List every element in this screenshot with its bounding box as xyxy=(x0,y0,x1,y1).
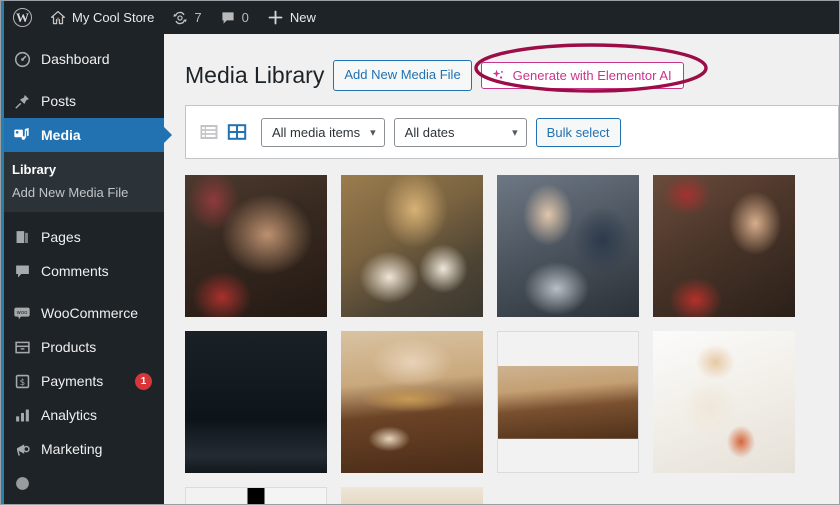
chevron-down-icon: ▾ xyxy=(370,126,376,139)
adminbar-wordpress-logo[interactable]: W xyxy=(1,1,41,34)
media-type-filter-select[interactable]: All media items ▾ xyxy=(261,117,385,147)
dashboard-gauge-icon xyxy=(12,49,32,69)
media-tile[interactable] xyxy=(185,175,327,317)
admin-bar: W My Cool Store 7 0 New xyxy=(1,1,839,34)
generate-with-elementor-ai-label: Generate with Elementor AI xyxy=(512,68,672,83)
workshop-shelf-partial xyxy=(341,487,483,504)
media-grid xyxy=(185,175,839,504)
media-tile[interactable] xyxy=(497,331,639,473)
sidebar-item-label: Media xyxy=(41,127,81,143)
svg-text:$: $ xyxy=(19,377,24,387)
main-content: Media Library Add New Media File Generat… xyxy=(164,34,839,504)
boxer-woman-braids-navy-glove xyxy=(497,175,639,317)
sidebar-subitem-library[interactable]: Library xyxy=(1,158,164,181)
media-tile[interactable] xyxy=(653,175,795,317)
sidebar-item-media[interactable]: Media xyxy=(1,118,164,152)
plus-icon xyxy=(267,9,284,26)
gym-dark-interior-partial xyxy=(185,331,327,473)
sidebar-item-pages[interactable]: Pages xyxy=(1,220,164,254)
sidebar-item-label: WooCommerce xyxy=(41,305,138,321)
sidebar-divider xyxy=(1,288,164,296)
payments-badge-count: 1 xyxy=(135,372,152,390)
sidebar-subitem-add-new-media-file[interactable]: Add New Media File xyxy=(1,181,164,204)
sidebar-item-label: Marketing xyxy=(41,441,103,457)
media-tile[interactable] xyxy=(185,487,327,504)
boxer-woman-portrait-red-glove xyxy=(653,175,795,317)
sidebar-item-dashboard[interactable]: Dashboard xyxy=(1,42,164,76)
adminbar-updates-count: 7 xyxy=(194,10,202,25)
sparkle-ai-icon xyxy=(491,68,506,83)
date-filter-value: All dates xyxy=(404,124,455,140)
media-tile[interactable] xyxy=(497,175,639,317)
black-vertical-bar-placeholder xyxy=(186,488,326,504)
adminbar-comments-count: 0 xyxy=(241,10,249,25)
woodworking-hand-plane-shavings xyxy=(341,331,483,473)
date-filter-select[interactable]: All dates ▾ xyxy=(393,117,527,147)
woocommerce-icon: woo xyxy=(12,303,32,323)
sidebar-submenu-media: Library Add New Media File xyxy=(1,152,164,212)
sidebar-divider xyxy=(1,76,164,84)
sidebar-item-label: Dashboard xyxy=(41,51,110,67)
sidebar-item-woocommerce[interactable]: woo WooCommerce xyxy=(1,296,164,330)
media-type-filter-value: All media items xyxy=(272,124,361,140)
sidebar-item-products[interactable]: Products xyxy=(1,330,164,364)
chevron-down-icon: ▾ xyxy=(512,126,518,139)
media-tile[interactable] xyxy=(341,487,483,504)
sidebar-item-label: Products xyxy=(41,339,97,355)
sidebar-item-label: Posts xyxy=(41,93,77,109)
home-icon xyxy=(50,10,66,26)
page-title: Media Library xyxy=(185,61,325,88)
adminbar-updates[interactable]: 7 xyxy=(163,1,210,34)
list-view-icon[interactable] xyxy=(198,121,220,143)
sidebar-item-label: Analytics xyxy=(41,407,98,423)
svg-text:woo: woo xyxy=(17,310,28,316)
media-tile[interactable] xyxy=(341,175,483,317)
comment-bubble-icon xyxy=(12,261,32,281)
adminbar-site-name[interactable]: My Cool Store xyxy=(41,1,163,34)
analytics-bars-icon xyxy=(12,405,32,425)
pages-icon xyxy=(12,227,32,247)
media-filter-toolbar: All media items ▾ All dates ▾ Bulk selec… xyxy=(185,105,839,159)
boxer-woman-blonde-white-gloves xyxy=(341,175,483,317)
media-tile[interactable] xyxy=(653,331,795,473)
grid-view-icon[interactable] xyxy=(226,121,248,143)
boxer-woman-headband-red-gloves xyxy=(185,175,327,317)
sidebar-item-comments[interactable]: Comments xyxy=(1,254,164,288)
page-header: Media Library Add New Media File Generat… xyxy=(164,34,839,96)
adminbar-new-content[interactable]: New xyxy=(258,1,325,34)
updates-icon xyxy=(172,10,188,26)
adminbar-site-name-label: My Cool Store xyxy=(72,10,155,25)
media-icon xyxy=(12,125,32,145)
bulk-select-button[interactable]: Bulk select xyxy=(535,117,621,147)
generate-with-elementor-ai-button[interactable]: Generate with Elementor AI xyxy=(480,62,684,89)
sidebar-item-label: Comments xyxy=(41,263,109,279)
wordpress-logo-icon: W xyxy=(13,8,32,27)
media-tile[interactable] xyxy=(341,331,483,473)
sidebar-item-label: Payments xyxy=(41,373,104,389)
media-tile[interactable] xyxy=(185,331,327,473)
view-mode-switcher xyxy=(198,121,248,143)
sidebar-divider xyxy=(1,212,164,220)
add-new-media-file-button[interactable]: Add New Media File xyxy=(333,60,472,91)
wordpress-admin-screen: W My Cool Store 7 0 New Dashboard Posts … xyxy=(0,0,840,505)
pin-icon xyxy=(12,91,32,111)
adminbar-new-label: New xyxy=(289,10,316,25)
payments-dollar-icon: $ xyxy=(12,371,32,391)
marketing-megaphone-icon xyxy=(12,439,32,459)
left-edge-accent-strip xyxy=(1,1,4,504)
products-box-icon xyxy=(12,337,32,357)
woodworking-hand-plane-wide-crop xyxy=(498,332,638,472)
adminbar-comments[interactable]: 0 xyxy=(211,1,258,34)
circle-icon xyxy=(12,473,32,493)
sidebar-item-analytics[interactable]: Analytics xyxy=(1,398,164,432)
sidebar-item-marketing[interactable]: Marketing xyxy=(1,432,164,466)
sidebar-item-partial-cutoff[interactable] xyxy=(1,466,164,500)
sidebar-item-posts[interactable]: Posts xyxy=(1,84,164,118)
comment-bubble-icon xyxy=(220,10,236,26)
admin-sidebar: Dashboard Posts Media Library Add New Me… xyxy=(1,34,164,504)
sidebar-item-label: Pages xyxy=(41,229,81,245)
smiling-woman-with-ladder-and-roller xyxy=(653,331,795,473)
sidebar-item-payments[interactable]: $ Payments 1 xyxy=(1,364,164,398)
